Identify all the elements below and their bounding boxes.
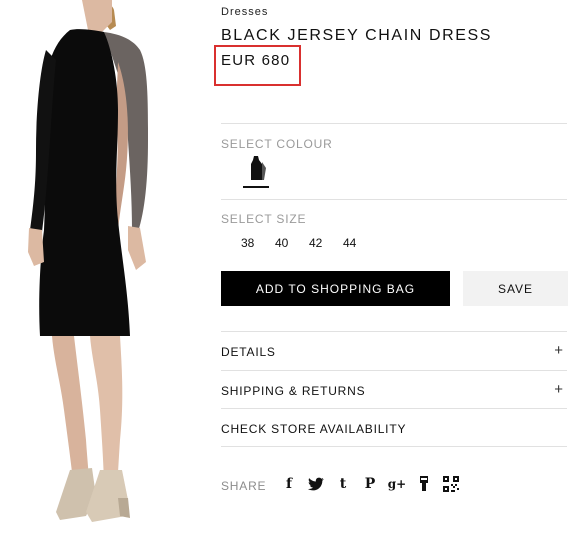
product-info-panel: Dresses BLACK JERSEY CHAIN DRESS EUR 680… (214, 0, 568, 533)
divider (221, 331, 567, 332)
size-option[interactable]: 38 (241, 236, 275, 250)
shipping-returns-accordion[interactable]: SHIPPING & RETURNS + (221, 372, 567, 410)
save-button[interactable]: SAVE (463, 271, 568, 306)
check-store-availability-label: CHECK STORE AVAILABILITY (221, 422, 407, 436)
tumblr-icon[interactable]: t (332, 473, 354, 495)
divider (221, 123, 567, 124)
pinterest-icon[interactable]: P (359, 473, 381, 495)
details-accordion[interactable]: DETAILS + (221, 333, 567, 371)
size-options: 38 40 42 44 (241, 236, 377, 250)
product-category[interactable]: Dresses (221, 6, 268, 18)
twitter-icon[interactable] (305, 473, 327, 495)
divider (221, 446, 567, 447)
qr-code-icon[interactable] (440, 473, 462, 495)
size-option[interactable]: 42 (309, 236, 343, 250)
share-label: SHARE (221, 479, 267, 493)
product-image (28, 0, 148, 522)
divider (221, 370, 567, 371)
divider (221, 199, 567, 200)
google-plus-icon[interactable]: g+ (386, 473, 408, 495)
details-label: DETAILS (221, 345, 276, 359)
add-to-shopping-bag-button[interactable]: ADD TO SHOPPING BAG (221, 271, 450, 306)
shipping-returns-label: SHIPPING & RETURNS (221, 384, 366, 398)
swatch-selected-indicator (243, 186, 269, 188)
size-option[interactable]: 40 (275, 236, 309, 250)
expand-plus-icon[interactable]: + (554, 381, 563, 398)
select-colour-label: SELECT COLOUR (221, 137, 333, 151)
check-store-availability-link[interactable]: CHECK STORE AVAILABILITY (221, 410, 567, 448)
select-size-label: SELECT SIZE (221, 212, 307, 226)
divider (221, 408, 567, 409)
colour-swatch-black[interactable] (244, 154, 270, 184)
facebook-icon[interactable]: f (278, 473, 300, 495)
product-price: EUR 680 (221, 52, 291, 69)
share-icons: f t P g+ (278, 473, 467, 495)
product-title: BLACK JERSEY CHAIN DRESS (221, 27, 493, 44)
weibo-icon[interactable] (413, 473, 435, 495)
size-option[interactable]: 44 (343, 236, 377, 250)
expand-plus-icon[interactable]: + (554, 342, 563, 359)
